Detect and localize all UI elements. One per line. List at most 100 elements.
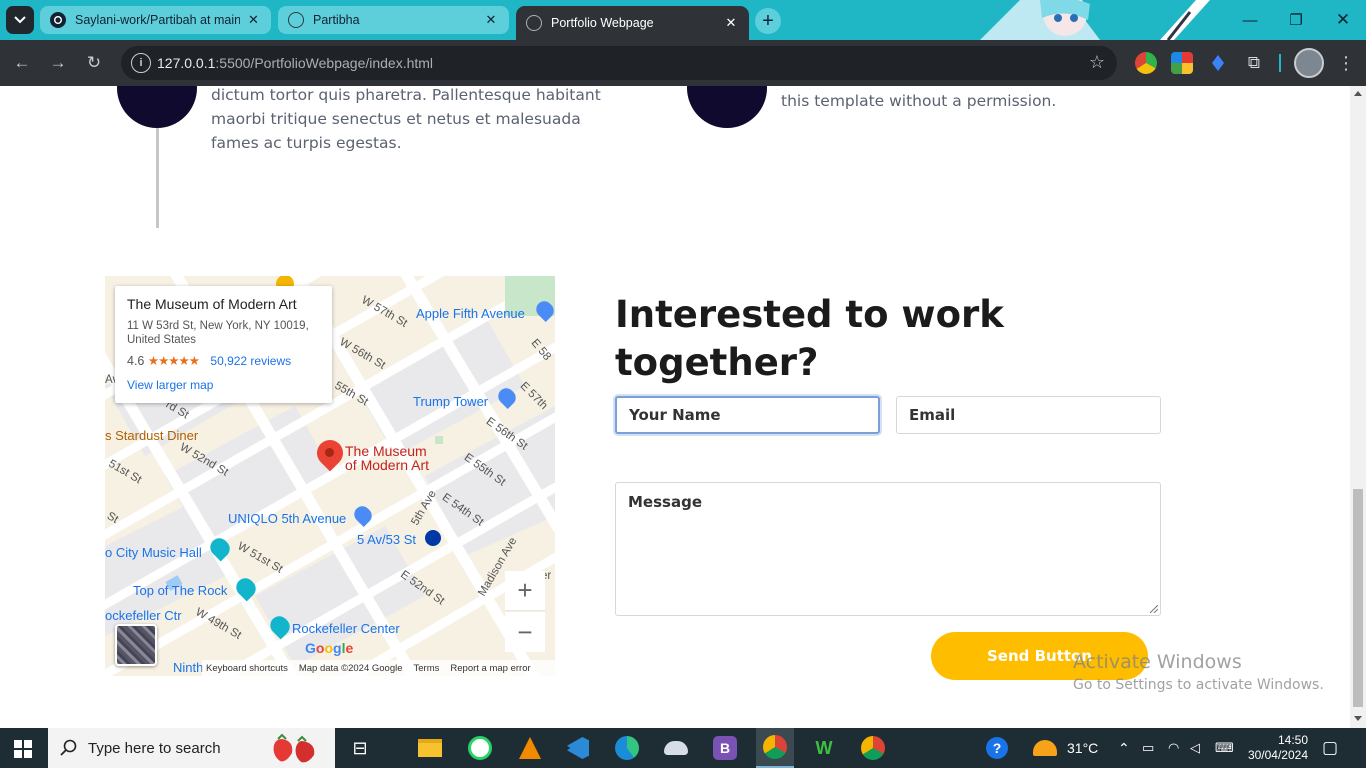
terms-link[interactable]: Terms [414, 663, 440, 674]
page-scrollbar[interactable] [1350, 86, 1366, 728]
poi-subway[interactable]: 5 Av/53 St [357, 532, 416, 547]
poi-trump-tower[interactable]: Trump Tower [413, 394, 488, 409]
poi-radio-city[interactable]: o City Music Hall [105, 545, 202, 560]
tab-portfolio-webpage[interactable]: Portfolio Webpage ✕ [516, 6, 749, 40]
zoom-out-button[interactable]: − [505, 612, 545, 652]
poi-rockefeller-ctr[interactable]: ockefeller Ctr [105, 608, 182, 623]
resize-handle-icon[interactable] [1150, 605, 1158, 613]
close-icon[interactable]: ✕ [723, 15, 739, 31]
weather-widget[interactable]: 31°C [1033, 728, 1098, 768]
close-window-button[interactable]: ✕ [1320, 6, 1366, 34]
bootstrap-icon[interactable]: B [711, 734, 739, 762]
back-button[interactable]: ← [8, 49, 36, 77]
task-view-icon[interactable]: ⊟ [346, 734, 374, 762]
activate-windows-watermark: Activate Windows Go to Settings to activ… [1073, 651, 1324, 693]
reload-button[interactable]: ↻ [80, 49, 108, 77]
windows-start-icon[interactable] [14, 740, 32, 758]
poi-top-of-rock[interactable]: Top of The Rock [133, 583, 227, 598]
weather-temperature: 31°C [1067, 740, 1099, 756]
restore-button[interactable]: ❐ [1273, 6, 1319, 34]
edge-icon[interactable] [613, 734, 641, 762]
zoom-in-button[interactable]: + [505, 571, 545, 611]
search-icon [60, 739, 77, 756]
info-icon[interactable]: i [131, 53, 151, 73]
google-logo: Google [305, 640, 354, 656]
vscode-icon[interactable] [564, 734, 592, 762]
taskbar-search[interactable]: Type here to search [48, 728, 335, 768]
place-info-card: The Museum of Modern Art 11 W 53rd St, N… [115, 286, 332, 403]
poi-uniqlo[interactable]: UNIQLO 5th Avenue [228, 511, 346, 526]
extension-icon-2[interactable] [1171, 52, 1193, 74]
close-icon[interactable]: ✕ [483, 12, 499, 28]
map-marker-dot [325, 448, 334, 457]
chrome-icon[interactable] [859, 734, 887, 762]
reviews-link[interactable]: 50,922 reviews [210, 354, 291, 368]
scroll-up-icon[interactable] [1354, 91, 1362, 96]
name-field[interactable] [615, 396, 880, 434]
wifi-icon[interactable]: ◠ [1168, 728, 1179, 768]
help-icon[interactable]: ? [983, 734, 1011, 762]
profile-avatar[interactable] [1294, 48, 1324, 78]
chrome-taskbar-active[interactable] [756, 728, 794, 768]
tab-partibha[interactable]: Partibha ✕ [278, 6, 509, 34]
bookmark-star-icon[interactable]: ☆ [1089, 52, 1105, 73]
extension-icon-1[interactable] [1135, 52, 1157, 74]
timeline-text-line: dictum tortor quis pharetra. Pallentesqu… [211, 86, 601, 104]
clock[interactable]: 14:50 30/04/2024 [1248, 728, 1308, 768]
view-larger-map-link[interactable]: View larger map [127, 378, 320, 392]
email-input[interactable] [909, 406, 1160, 424]
timeline-text-line: fames ac turpis egestas. [211, 134, 402, 152]
tab-title: Partibha [313, 13, 360, 27]
poi-rockefeller-center[interactable]: Rockefeller Center [292, 621, 400, 636]
poi-moma-line: The Museum [345, 443, 427, 459]
message-textarea[interactable] [628, 493, 1160, 603]
globe-icon [526, 15, 542, 31]
scroll-down-icon[interactable] [1354, 716, 1362, 721]
battery-icon[interactable]: ▭ [1142, 728, 1154, 768]
message-field[interactable] [615, 482, 1161, 616]
arrow-right-icon: → [49, 53, 67, 72]
keyboard-shortcuts-link[interactable]: Keyboard shortcuts [206, 663, 288, 674]
poi-apple[interactable]: Apple Fifth Avenue [416, 306, 525, 321]
satellite-toggle[interactable] [115, 624, 157, 666]
poi-moma-line: of Modern Art [345, 457, 430, 473]
tab-search-button[interactable] [6, 6, 34, 34]
chevron-up-icon[interactable]: ⌃ [1118, 728, 1130, 768]
whatsapp-icon[interactable] [466, 734, 494, 762]
extensions-puzzle-icon[interactable]: ⧉ [1243, 52, 1265, 74]
address-bar[interactable]: i 127.0.0.1:5500/PortfolioWebpage/index.… [121, 46, 1117, 80]
menu-button[interactable]: ⋮ [1332, 49, 1360, 77]
app-icon-w[interactable]: W [810, 734, 838, 762]
timeline-year-badge: 2016 [117, 86, 197, 128]
poi-moma-label[interactable]: The Museum of Modern Art [345, 444, 429, 472]
github-icon [50, 12, 66, 28]
timeline-year-badge: 2013 [687, 86, 767, 128]
url-text[interactable]: 127.0.0.1:5500/PortfolioWebpage/index.ht… [157, 55, 433, 71]
vlc-icon[interactable] [516, 734, 544, 762]
report-map-error-link[interactable]: Report a map error [450, 663, 530, 674]
volume-icon[interactable]: ◁ [1190, 728, 1200, 768]
star-rating-icon: ★★★★★ [147, 354, 200, 368]
subway-icon [425, 530, 441, 546]
close-icon: ✕ [1335, 10, 1351, 29]
chrome-icon [763, 735, 787, 759]
new-tab-button[interactable]: + [755, 8, 781, 34]
keyboard-icon[interactable]: ⌨ [1215, 728, 1234, 768]
app-icon-mushroom[interactable] [662, 734, 690, 762]
address-line: United States [127, 334, 197, 346]
chevron-down-icon [14, 16, 26, 24]
minimize-button[interactable]: — [1227, 6, 1273, 34]
scrollbar-thumb[interactable] [1353, 489, 1363, 707]
forward-button[interactable]: → [44, 49, 72, 77]
search-placeholder: Type here to search [88, 739, 221, 757]
close-icon[interactable]: ✕ [246, 12, 261, 28]
notification-icon[interactable]: ▢ [1322, 728, 1338, 768]
file-explorer-icon[interactable] [416, 734, 444, 762]
google-map-embed[interactable]: Apple Fifth Avenue Trump Tower s Stardus… [105, 276, 555, 676]
kebab-menu-icon: ⋮ [1337, 52, 1355, 73]
tab-github[interactable]: Saylani-work/Partibah at main · ✕ [40, 6, 271, 34]
extension-icon-3[interactable] [1207, 52, 1229, 74]
email-field[interactable] [896, 396, 1161, 434]
name-input[interactable] [629, 406, 878, 424]
place-name: The Museum of Modern Art [127, 296, 297, 312]
